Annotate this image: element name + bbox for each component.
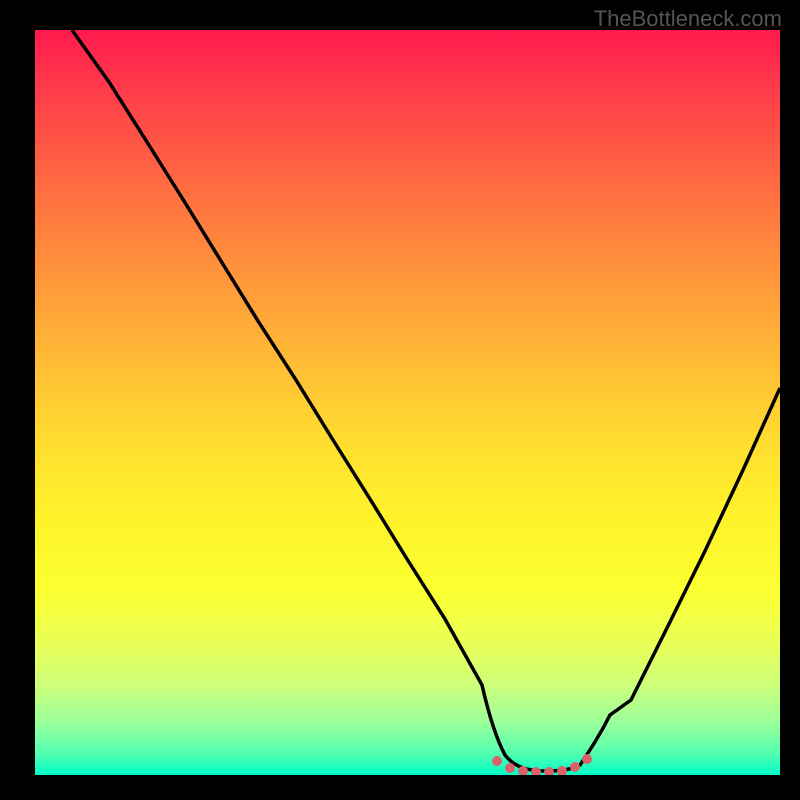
- plot-area: [35, 30, 780, 775]
- bottleneck-curve-line: [72, 30, 780, 771]
- curve-svg: [35, 30, 780, 775]
- highlight-dot: [570, 762, 580, 772]
- watermark-text: TheBottleneck.com: [594, 6, 782, 32]
- highlight-dot: [531, 767, 541, 775]
- highlight-dot: [557, 766, 567, 775]
- highlight-dot: [505, 763, 515, 773]
- highlight-dot: [544, 767, 554, 775]
- highlight-dot: [492, 756, 502, 766]
- highlight-dot: [582, 754, 592, 764]
